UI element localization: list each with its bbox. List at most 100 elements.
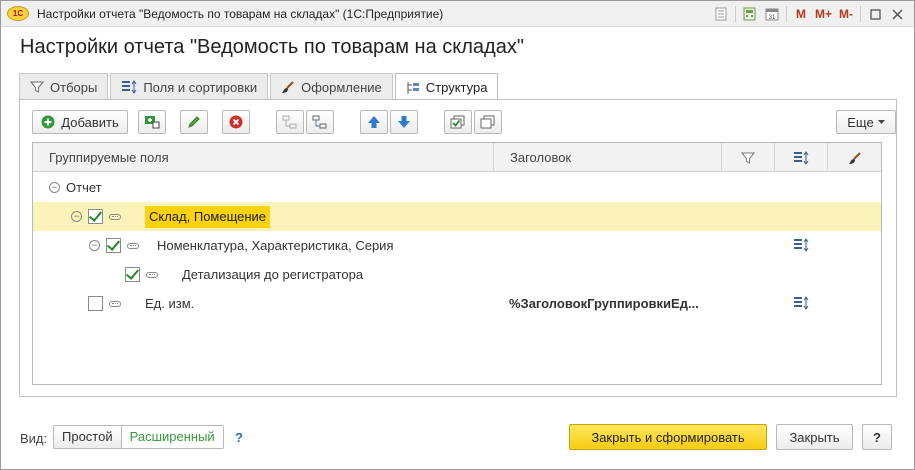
table-row[interactable]: − Номенклатура, Характеристика, Серия: [33, 231, 881, 260]
close-and-generate-button[interactable]: Закрыть и сформировать: [569, 424, 767, 450]
move-up-button[interactable]: [360, 110, 388, 134]
move-out-icon: [312, 115, 327, 129]
row-name: Детализация до регистратора: [182, 267, 364, 282]
view-extended-button[interactable]: Расширенный: [121, 426, 223, 448]
sort-icon: [794, 238, 809, 252]
tab-filters[interactable]: Отборы: [19, 73, 109, 100]
separator: [734, 6, 736, 22]
page-title: Настройки отчета "Ведомость по товарам н…: [20, 36, 524, 58]
move-in-icon: [282, 115, 297, 129]
check-all-button[interactable]: [444, 110, 472, 134]
memory-button[interactable]: M: [790, 4, 812, 24]
add-icon: [41, 115, 55, 129]
help-button[interactable]: ?: [862, 424, 892, 450]
edit-icon: [188, 116, 200, 128]
table-row[interactable]: − Склад, Помещение: [33, 202, 881, 231]
column-header-filter[interactable]: [722, 143, 775, 172]
memory-minus-button[interactable]: M-: [835, 4, 857, 24]
row-name: Склад, Помещение: [145, 205, 271, 228]
sort-icon: [794, 150, 809, 165]
structure-panel: Добавить Еще Группируемые поля Заголовок…: [19, 99, 897, 397]
grouping-icon: [127, 242, 139, 249]
column-header-fields[interactable]: Группируемые поля: [33, 143, 494, 172]
tab-fields-sorting[interactable]: Поля и сортировки: [110, 73, 269, 100]
collapse-icon[interactable]: −: [89, 240, 100, 251]
collapse-icon[interactable]: −: [71, 211, 82, 222]
svg-text:31: 31: [769, 15, 776, 21]
view-simple-button[interactable]: Простой: [54, 426, 122, 448]
calculator-icon[interactable]: [739, 4, 761, 24]
column-header-sort[interactable]: [775, 143, 828, 172]
help-link[interactable]: ?: [235, 430, 243, 445]
maximize-icon[interactable]: [864, 4, 886, 24]
copy-button[interactable]: [474, 110, 502, 134]
row-checkbox[interactable]: [88, 296, 103, 311]
chevron-down-icon: [877, 119, 885, 124]
edit-button[interactable]: [180, 110, 208, 134]
move-into-group-button[interactable]: [276, 110, 304, 134]
row-title: %ЗаголовокГруппировкиЕд...: [509, 296, 699, 311]
move-down-button[interactable]: [390, 110, 418, 134]
add-group-icon: [145, 116, 160, 129]
filter-icon: [30, 81, 44, 93]
tab-label: Структура: [425, 80, 488, 95]
close-button[interactable]: Закрыть: [776, 424, 853, 450]
add-button[interactable]: Добавить: [32, 110, 128, 134]
table-row[interactable]: − Отчет: [33, 173, 881, 202]
column-header-title[interactable]: Заголовок: [494, 143, 722, 172]
move-out-group-button[interactable]: [306, 110, 334, 134]
more-button-label: Еще: [847, 114, 874, 130]
structure-table: Группируемые поля Заголовок − Отчет − Ск…: [32, 142, 882, 385]
view-mode-switch: Простой Расширенный: [53, 425, 224, 449]
separator: [860, 6, 861, 22]
window-title: Настройки отчета "Ведомость по товарам н…: [37, 7, 444, 21]
table-row[interactable]: Ед. изм. %ЗаголовокГруппировкиЕд...: [33, 289, 881, 318]
collapse-icon[interactable]: −: [49, 182, 60, 193]
column-header-appearance[interactable]: [828, 143, 882, 172]
copy-icon: [480, 115, 495, 129]
row-checkbox[interactable]: [88, 209, 103, 224]
row-sort-indicator[interactable]: [793, 238, 809, 255]
tab-label: Оформление: [301, 79, 382, 95]
memory-plus-button[interactable]: M+: [812, 4, 835, 24]
row-checkbox[interactable]: [125, 267, 140, 282]
sort-icon: [122, 80, 137, 94]
more-button[interactable]: Еще: [836, 110, 896, 134]
row-checkbox[interactable]: [106, 238, 121, 253]
view-label: Вид:: [20, 431, 48, 446]
close-icon[interactable]: [886, 4, 908, 24]
table-header: Группируемые поля Заголовок: [33, 143, 881, 172]
move-down-icon: [398, 116, 410, 128]
tab-label: Отборы: [50, 79, 98, 95]
delete-icon: [229, 115, 243, 129]
grouping-icon: [109, 213, 121, 220]
add-button-label: Добавить: [61, 114, 119, 130]
tab-structure[interactable]: Структура: [394, 73, 499, 101]
row-name: Номенклатура, Характеристика, Серия: [157, 238, 394, 253]
move-up-icon: [368, 116, 380, 128]
tab-appearance[interactable]: Оформление: [270, 73, 393, 100]
document-icon[interactable]: [710, 4, 732, 24]
add-group-button[interactable]: [138, 110, 166, 134]
app-logo: 1С: [7, 6, 29, 21]
row-name: Отчет: [66, 180, 102, 195]
check-all-icon: [450, 115, 465, 129]
structure-icon: [407, 81, 419, 94]
tab-label: Поля и сортировки: [143, 79, 258, 95]
delete-button[interactable]: [222, 110, 250, 134]
settings-window: 1С Настройки отчета "Ведомость по товара…: [0, 0, 915, 470]
filter-icon: [741, 152, 755, 164]
table-row[interactable]: Детализация до регистратора: [33, 260, 881, 289]
row-sort-indicator[interactable]: [793, 296, 809, 313]
calendar-icon[interactable]: 31: [761, 4, 783, 24]
grouping-icon: [109, 300, 121, 307]
title-bar-tools: 31 M M+ M-: [710, 4, 908, 24]
title-bar: 1С Настройки отчета "Ведомость по товара…: [1, 1, 914, 27]
brush-icon: [282, 81, 294, 93]
grouping-icon: [146, 271, 158, 278]
separator: [785, 6, 787, 22]
toolbar: Добавить: [32, 110, 504, 134]
sort-icon: [794, 296, 809, 310]
row-name: Ед. изм.: [145, 296, 195, 311]
brush-icon: [849, 151, 861, 164]
